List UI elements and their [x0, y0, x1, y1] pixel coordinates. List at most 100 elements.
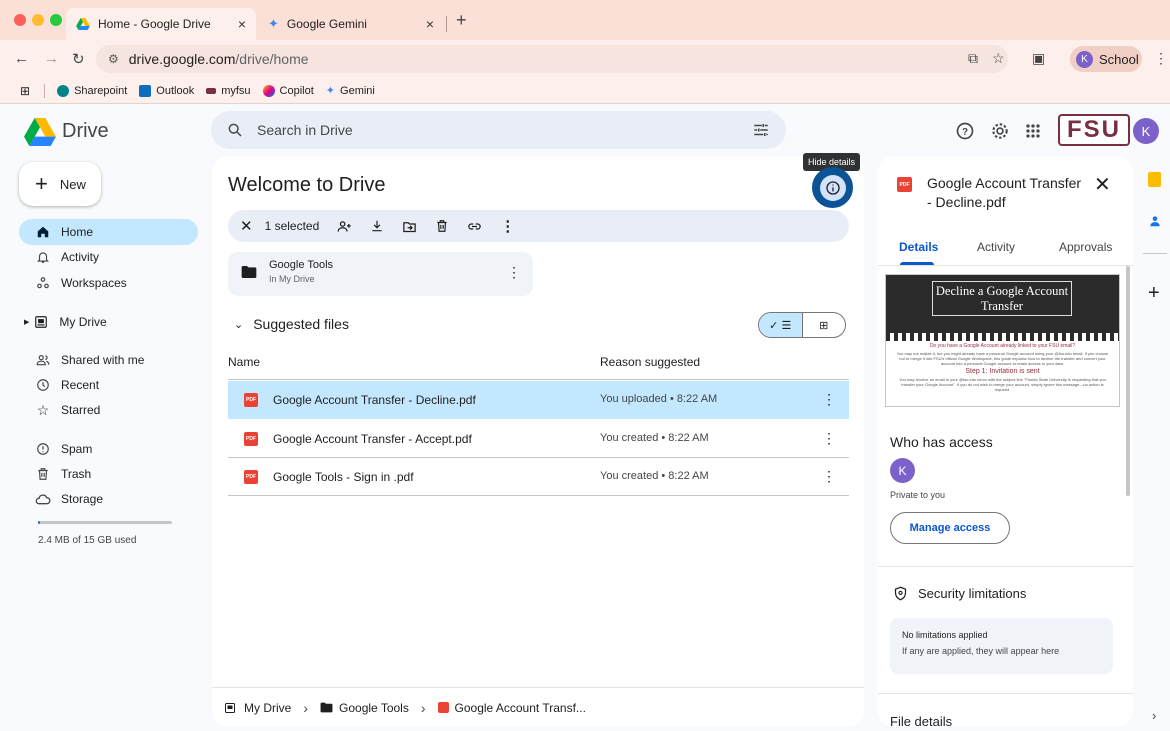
- tab-details[interactable]: Details: [899, 240, 938, 254]
- search-input[interactable]: Search in Drive: [211, 111, 786, 149]
- details-file-title: Google Account Transfer - Decline.pdf: [927, 175, 1082, 210]
- tab-activity[interactable]: Activity: [977, 240, 1015, 254]
- chevron-right-icon: ›: [303, 699, 309, 716]
- search-placeholder: Search in Drive: [257, 122, 353, 138]
- tab-approvals[interactable]: Approvals: [1059, 240, 1112, 254]
- side-panel-divider: [1143, 253, 1167, 254]
- bookmark-star-icon[interactable]: ☆: [992, 50, 1005, 67]
- new-tab-button[interactable]: +: [456, 10, 467, 31]
- back-icon[interactable]: ←: [14, 50, 29, 67]
- sidebar-item-activity[interactable]: Activity: [19, 244, 198, 270]
- sidebar-item-my-drive[interactable]: ▶ My Drive: [12, 309, 191, 335]
- table-row[interactable]: PDF Google Account Transfer - Accept.pdf…: [228, 420, 849, 458]
- sidebar-item-recent[interactable]: Recent: [19, 372, 198, 398]
- search-icon[interactable]: [227, 122, 243, 138]
- close-details-icon[interactable]: ✕: [1094, 172, 1111, 197]
- settings-gear-icon[interactable]: [990, 121, 1010, 141]
- list-view-button[interactable]: ✓ ☰: [759, 313, 803, 337]
- new-button[interactable]: + New: [19, 162, 101, 206]
- sidebar-item-workspaces[interactable]: Workspaces: [19, 270, 198, 296]
- grid-view-button[interactable]: ⊞: [803, 313, 846, 337]
- reload-icon[interactable]: ↻: [72, 50, 85, 68]
- pdf-icon: PDF: [244, 470, 258, 484]
- install-app-icon[interactable]: ⧉: [968, 50, 978, 67]
- column-header-name[interactable]: Name: [228, 355, 260, 369]
- expand-side-panel-icon[interactable]: ›: [1152, 708, 1156, 723]
- keep-notes-icon[interactable]: [1148, 172, 1161, 187]
- bookmark-gemini[interactable]: ✦ Gemini: [326, 84, 375, 98]
- site-settings-icon[interactable]: ⚙: [108, 52, 119, 66]
- sidebar-item-trash[interactable]: Trash: [19, 461, 198, 487]
- my-drive-icon: [33, 315, 49, 329]
- more-actions-icon[interactable]: ⋮: [822, 430, 836, 447]
- hide-details-button[interactable]: [812, 167, 853, 208]
- more-actions-icon[interactable]: ⋮: [507, 264, 521, 281]
- more-actions-icon[interactable]: ⋮: [500, 217, 515, 235]
- search-options-icon[interactable]: [752, 121, 770, 139]
- bookmark-copilot[interactable]: Copilot: [262, 84, 314, 97]
- close-window-button[interactable]: [14, 14, 26, 26]
- sidebar-item-storage[interactable]: Storage: [19, 486, 198, 512]
- breadcrumb-label: My Drive: [244, 700, 292, 715]
- more-actions-icon[interactable]: ⋮: [822, 468, 836, 485]
- breadcrumb-file[interactable]: Google Account Transf...: [437, 701, 586, 715]
- apps-grid-icon[interactable]: ⊞: [20, 84, 30, 98]
- bookmark-outlook[interactable]: Outlook: [139, 84, 194, 97]
- more-actions-icon[interactable]: ⋮: [822, 391, 836, 408]
- browser-menu-icon[interactable]: ⋮: [1154, 50, 1168, 67]
- share-icon[interactable]: [337, 219, 352, 234]
- security-status-box: No limitations applied If any are applie…: [890, 618, 1113, 674]
- breadcrumb-google-tools[interactable]: Google Tools: [320, 701, 409, 715]
- table-row[interactable]: PDF Google Tools - Sign in .pdf You crea…: [228, 458, 849, 496]
- minimize-window-button[interactable]: [32, 14, 44, 26]
- folder-name: Google Tools: [269, 259, 334, 271]
- sidebar-item-shared[interactable]: Shared with me: [19, 347, 198, 373]
- breadcrumb-my-drive[interactable]: My Drive: [224, 701, 291, 715]
- reading-list-icon[interactable]: ▣: [1032, 50, 1045, 67]
- sidebar-item-home[interactable]: Home: [19, 219, 198, 245]
- suggested-files-toggle[interactable]: ⌄ Suggested files: [234, 316, 349, 332]
- account-avatar[interactable]: K: [1133, 118, 1159, 144]
- bookmark-sharepoint[interactable]: Sharepoint: [57, 84, 127, 97]
- sidebar-item-starred[interactable]: ☆ Starred: [19, 397, 198, 423]
- tab-close-icon[interactable]: ×: [238, 16, 246, 32]
- storage-usage-text: 2.4 MB of 15 GB used: [38, 535, 137, 546]
- clock-icon: [35, 378, 51, 392]
- suggested-files-label: Suggested files: [253, 316, 349, 332]
- expand-arrow-icon[interactable]: ▶: [24, 318, 29, 326]
- move-icon[interactable]: [402, 219, 417, 234]
- chevron-right-icon: ›: [420, 699, 426, 716]
- app-name[interactable]: Drive: [62, 120, 109, 143]
- spam-icon: [35, 442, 51, 456]
- download-icon[interactable]: [370, 219, 384, 233]
- folder-card-google-tools[interactable]: Google Tools In My Drive ⋮: [228, 252, 533, 296]
- details-scrollbar[interactable]: [1126, 266, 1130, 496]
- storage-progress-fill: [38, 521, 40, 524]
- tab-google-gemini[interactable]: ✦ Google Gemini ×: [258, 8, 444, 40]
- copy-link-icon[interactable]: [467, 219, 482, 234]
- address-bar[interactable]: ⚙ drive.google.com/drive/home: [96, 45, 1008, 73]
- add-addon-icon[interactable]: +: [1148, 282, 1160, 305]
- file-reason: You created • 8:22 AM: [600, 432, 709, 444]
- chevron-down-icon: ⌄: [234, 318, 244, 331]
- google-apps-icon[interactable]: [1023, 121, 1043, 141]
- help-icon[interactable]: ?: [955, 121, 975, 141]
- profile-button[interactable]: K School: [1070, 46, 1142, 72]
- google-drive-logo-icon[interactable]: [24, 118, 56, 146]
- avatar[interactable]: K: [890, 458, 915, 483]
- trash-icon[interactable]: [435, 219, 449, 233]
- table-row[interactable]: PDF Google Account Transfer - Decline.pd…: [228, 381, 849, 419]
- fsu-logo[interactable]: FSU: [1058, 114, 1130, 146]
- column-header-reason: Reason suggested: [600, 355, 701, 369]
- pdf-icon: PDF: [244, 393, 258, 407]
- file-preview-thumbnail[interactable]: Decline a Google Account Transfer Do you…: [885, 274, 1120, 407]
- forward-icon[interactable]: →: [44, 50, 59, 67]
- bookmark-myfsu[interactable]: myfsu: [206, 85, 251, 97]
- contacts-icon[interactable]: [1148, 213, 1162, 229]
- tab-google-drive[interactable]: Home - Google Drive ×: [66, 8, 256, 40]
- maximize-window-button[interactable]: [50, 14, 62, 26]
- manage-access-button[interactable]: Manage access: [890, 512, 1010, 544]
- sidebar-item-spam[interactable]: Spam: [19, 436, 198, 462]
- clear-selection-icon[interactable]: ✕: [240, 217, 253, 235]
- tab-close-icon[interactable]: ×: [426, 16, 434, 32]
